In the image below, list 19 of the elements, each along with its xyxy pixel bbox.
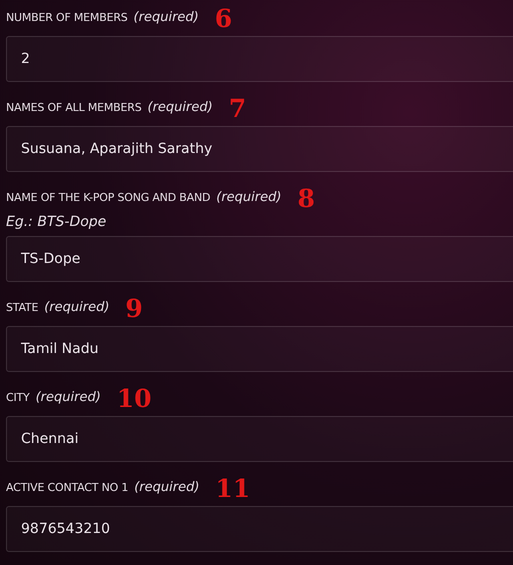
required-note: (required) <box>134 9 199 28</box>
field-label: NUMBER OF MEMBERS <box>6 10 128 26</box>
required-note: (required) <box>134 479 200 498</box>
annotation-number: 9 <box>125 296 143 320</box>
field-label: CITY <box>6 390 30 406</box>
field-label: ACTIVE CONTACT NO 1 <box>6 480 128 496</box>
required-note: (required) <box>148 99 213 118</box>
hint-text: Eg.: BTS-Dope <box>6 213 108 232</box>
annotation-number: 7 <box>228 96 246 120</box>
annotation-number: 6 <box>214 6 232 30</box>
annotation-number: 8 <box>297 186 315 210</box>
field-label: NAMES OF ALL MEMBERS <box>6 100 142 116</box>
required-note: (required) <box>216 189 282 208</box>
field-label: STATE <box>6 300 38 316</box>
annotation-number: 11 <box>215 476 250 500</box>
annotation-number: 10 <box>116 386 152 410</box>
required-note: (required) <box>36 389 101 408</box>
field-label: NAME OF THE K-POP SONG AND BAND <box>6 190 210 206</box>
required-note: (required) <box>44 299 110 318</box>
